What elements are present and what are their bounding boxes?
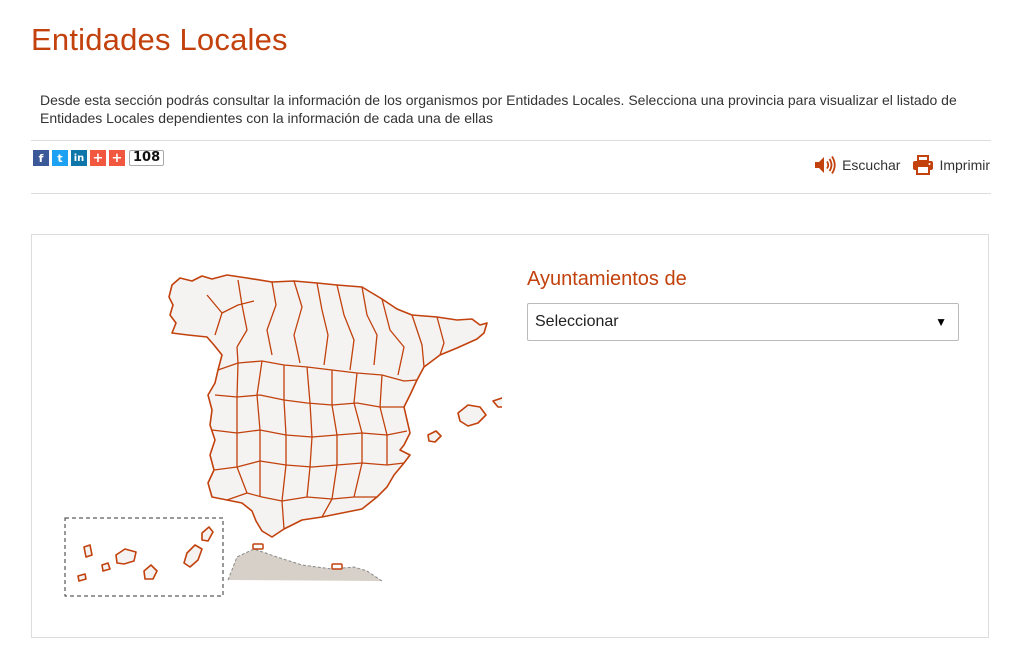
island-lanzarote[interactable] [201, 526, 214, 542]
map-panel: Ayuntamientos de Seleccionar ▼ [31, 234, 989, 638]
divider [31, 193, 991, 194]
island-tenerife[interactable] [115, 548, 137, 565]
island-ibiza[interactable] [427, 430, 442, 443]
province-select[interactable]: Seleccionar ▼ [527, 303, 959, 341]
ayuntamientos-label: Ayuntamientos de [527, 268, 687, 290]
island-la-gomera[interactable] [101, 562, 111, 572]
twitter-icon[interactable]: t [52, 150, 68, 166]
share-count: 108 [129, 150, 165, 166]
island-fuerteventura[interactable] [183, 544, 203, 568]
caret-down-icon: ▼ [935, 315, 947, 329]
printer-icon [913, 155, 934, 175]
island-menorca[interactable] [492, 397, 502, 408]
linkedin-icon[interactable]: in [71, 150, 87, 166]
plus-icon[interactable]: + [109, 150, 125, 166]
island-el-hierro[interactable] [77, 573, 87, 582]
ceuta-marker[interactable] [252, 543, 264, 550]
print-button[interactable]: Imprimir [912, 155, 990, 175]
island-la-palma[interactable] [83, 544, 93, 558]
island-mallorca[interactable] [457, 404, 487, 427]
island-gran-canaria[interactable] [143, 564, 158, 580]
listen-button[interactable]: Escuchar [813, 155, 900, 175]
plus-icon[interactable]: + [90, 150, 106, 166]
spain-map [64, 274, 502, 597]
print-label: Imprimir [939, 157, 990, 173]
province-select-value: Seleccionar [535, 313, 619, 330]
listen-label: Escuchar [842, 157, 901, 173]
share-bar: f t in + + 108 [33, 150, 165, 166]
page-tools: Escuchar Imprimir [813, 155, 990, 175]
melilla-marker[interactable] [331, 563, 343, 570]
intro-text: Desde esta sección podrás consultar la i… [40, 92, 957, 126]
mainland-outline[interactable] [168, 274, 488, 538]
divider [31, 140, 991, 141]
page-title: Entidades Locales [31, 22, 288, 57]
speaker-icon [815, 156, 836, 174]
facebook-icon[interactable]: f [33, 150, 49, 166]
